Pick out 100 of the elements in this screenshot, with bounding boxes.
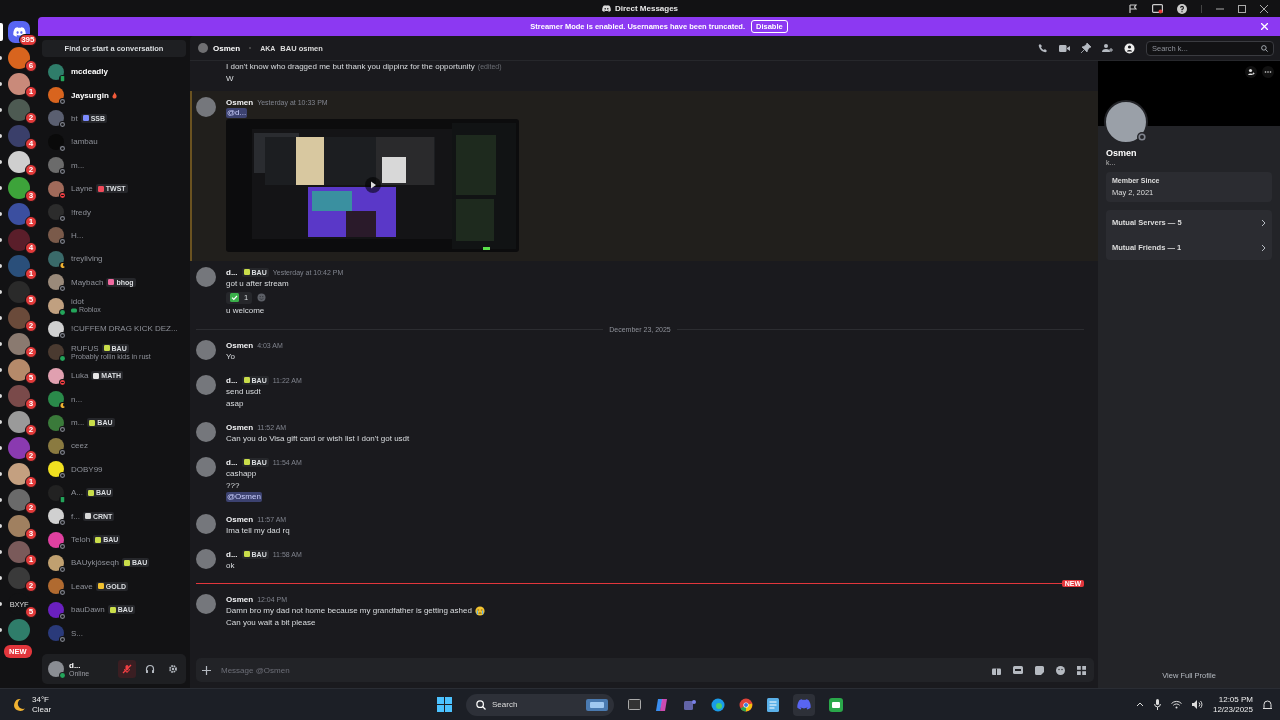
avatar xyxy=(196,422,216,442)
dm-item[interactable]: !fredy xyxy=(38,200,190,224)
author-name[interactable]: Osmen xyxy=(226,514,254,524)
contact-name: ceez xyxy=(71,441,88,451)
teams-icon[interactable] xyxy=(683,697,697,712)
unread-count-badge: 3 xyxy=(25,528,37,540)
sticker-icon[interactable] xyxy=(1035,665,1044,675)
avatar xyxy=(48,63,64,80)
task-view-icon[interactable] xyxy=(628,699,641,710)
add-friend-icon[interactable] xyxy=(1245,66,1257,78)
server-icon[interactable] xyxy=(8,515,30,537)
start-icon[interactable] xyxy=(437,697,452,712)
screen-share-icon[interactable] xyxy=(1152,3,1163,14)
add-member-icon[interactable] xyxy=(1102,43,1113,53)
input-placeholder: Message @Osmen xyxy=(221,665,290,675)
add-reaction-icon[interactable] xyxy=(257,293,267,302)
user-profile-icon[interactable] xyxy=(1124,42,1135,54)
message-text: Can you do Visa gift card or wish list I don't got usdt xyxy=(226,433,410,445)
dm-item[interactable]: !CUFFEM DRAG KICK DEZ... xyxy=(38,317,190,341)
server-icon[interactable] xyxy=(8,47,30,69)
avatar xyxy=(48,554,64,571)
avatar xyxy=(48,531,64,548)
avatar xyxy=(48,508,64,525)
apps-icon[interactable] xyxy=(1077,665,1086,675)
author-name[interactable]: Osmen xyxy=(226,594,254,604)
notepad-icon[interactable] xyxy=(767,697,779,712)
volume-icon[interactable] xyxy=(1191,700,1203,709)
avatar xyxy=(48,414,64,431)
status-icon xyxy=(1137,132,1147,142)
message-text: send usdt xyxy=(226,386,261,398)
message-text: asap xyxy=(226,398,244,410)
message-text: W xyxy=(226,73,234,85)
emoji-icon[interactable] xyxy=(1056,665,1065,675)
discord-logo-icon xyxy=(12,27,26,37)
maximize-icon[interactable] xyxy=(1238,4,1246,13)
help-icon[interactable] xyxy=(1177,3,1187,14)
contact-name: Maybach xyxy=(71,277,104,287)
author-name[interactable]: Osmen xyxy=(226,340,254,350)
author-name[interactable]: Osmen xyxy=(226,97,254,107)
dm-item[interactable]: treyliving xyxy=(38,247,190,271)
avatar xyxy=(196,267,216,287)
clock-date[interactable]: 12/23/2025 xyxy=(1212,704,1253,715)
avatar xyxy=(196,375,216,395)
more-icon[interactable] xyxy=(1262,66,1274,78)
clock-time[interactable]: 12:05 PM xyxy=(1218,694,1253,705)
server-icon[interactable] xyxy=(8,359,30,381)
server-icon[interactable] xyxy=(8,177,30,199)
unread-count-badge: 2 xyxy=(25,502,37,514)
close-icon[interactable] xyxy=(1260,4,1268,13)
dm-item[interactable]: S... xyxy=(38,621,190,645)
chat-app-icon[interactable] xyxy=(829,697,843,712)
inbox-icon[interactable] xyxy=(1128,3,1138,14)
pin-icon[interactable] xyxy=(1081,43,1091,53)
taskbar-search[interactable]: Search xyxy=(466,693,614,716)
chrome-icon[interactable] xyxy=(739,697,753,712)
dm-item[interactable]: Jaysurgin xyxy=(38,83,190,107)
video-call-icon[interactable] xyxy=(1059,43,1070,53)
play-icon[interactable] xyxy=(365,177,381,193)
microphone-icon xyxy=(122,664,132,674)
author-name[interactable]: d... xyxy=(226,549,238,559)
dm-item[interactable]: !ambau xyxy=(38,130,190,154)
gif-icon[interactable] xyxy=(1013,666,1023,674)
server-icon[interactable] xyxy=(8,73,30,95)
wifi-icon[interactable] xyxy=(1170,700,1182,709)
dm-item[interactable]: mcdeadly xyxy=(38,60,190,84)
contact-name: Leave xyxy=(71,581,93,591)
author-name[interactable]: d... xyxy=(226,457,238,467)
edge-icon[interactable] xyxy=(711,697,725,712)
avatar xyxy=(48,87,64,104)
plus-icon[interactable] xyxy=(202,665,211,675)
discord-taskbar-button[interactable] xyxy=(793,693,815,716)
avatar xyxy=(48,601,64,618)
server-icon[interactable] xyxy=(8,151,30,173)
call-icon[interactable] xyxy=(1038,43,1048,53)
user-mention[interactable]: @d... xyxy=(226,108,248,118)
dm-item[interactable]: n... xyxy=(38,387,190,411)
search-highlights-icon xyxy=(586,698,608,711)
avatar xyxy=(48,625,64,642)
dm-item[interactable]: H... xyxy=(38,223,190,248)
server-icon[interactable] xyxy=(8,463,30,485)
dm-item[interactable]: m... xyxy=(38,153,190,177)
author-name[interactable]: Osmen xyxy=(226,422,254,432)
microphone-icon[interactable] xyxy=(1153,699,1161,710)
avatar xyxy=(48,661,64,677)
chevron-up-icon[interactable] xyxy=(1135,702,1144,707)
headphones-icon xyxy=(145,664,155,674)
unread-count-badge: 2 xyxy=(25,580,37,592)
contact-name: m... xyxy=(71,418,85,428)
server-icon[interactable] xyxy=(8,411,30,433)
avatar xyxy=(196,549,216,569)
user-mention[interactable]: @Osmen xyxy=(226,492,262,502)
mute-button[interactable] xyxy=(118,660,136,678)
dm-item[interactable]: ceez xyxy=(38,434,190,458)
copilot-icon[interactable] xyxy=(655,697,669,712)
dm-item[interactable]: DOBY99 xyxy=(38,457,190,482)
author-name[interactable]: d... xyxy=(226,375,238,385)
author-name[interactable]: d... xyxy=(226,267,238,277)
notifications-icon[interactable] xyxy=(1263,699,1272,710)
unread-count-badge: 3 xyxy=(25,190,37,202)
unread-count-badge: 1 xyxy=(25,476,37,488)
